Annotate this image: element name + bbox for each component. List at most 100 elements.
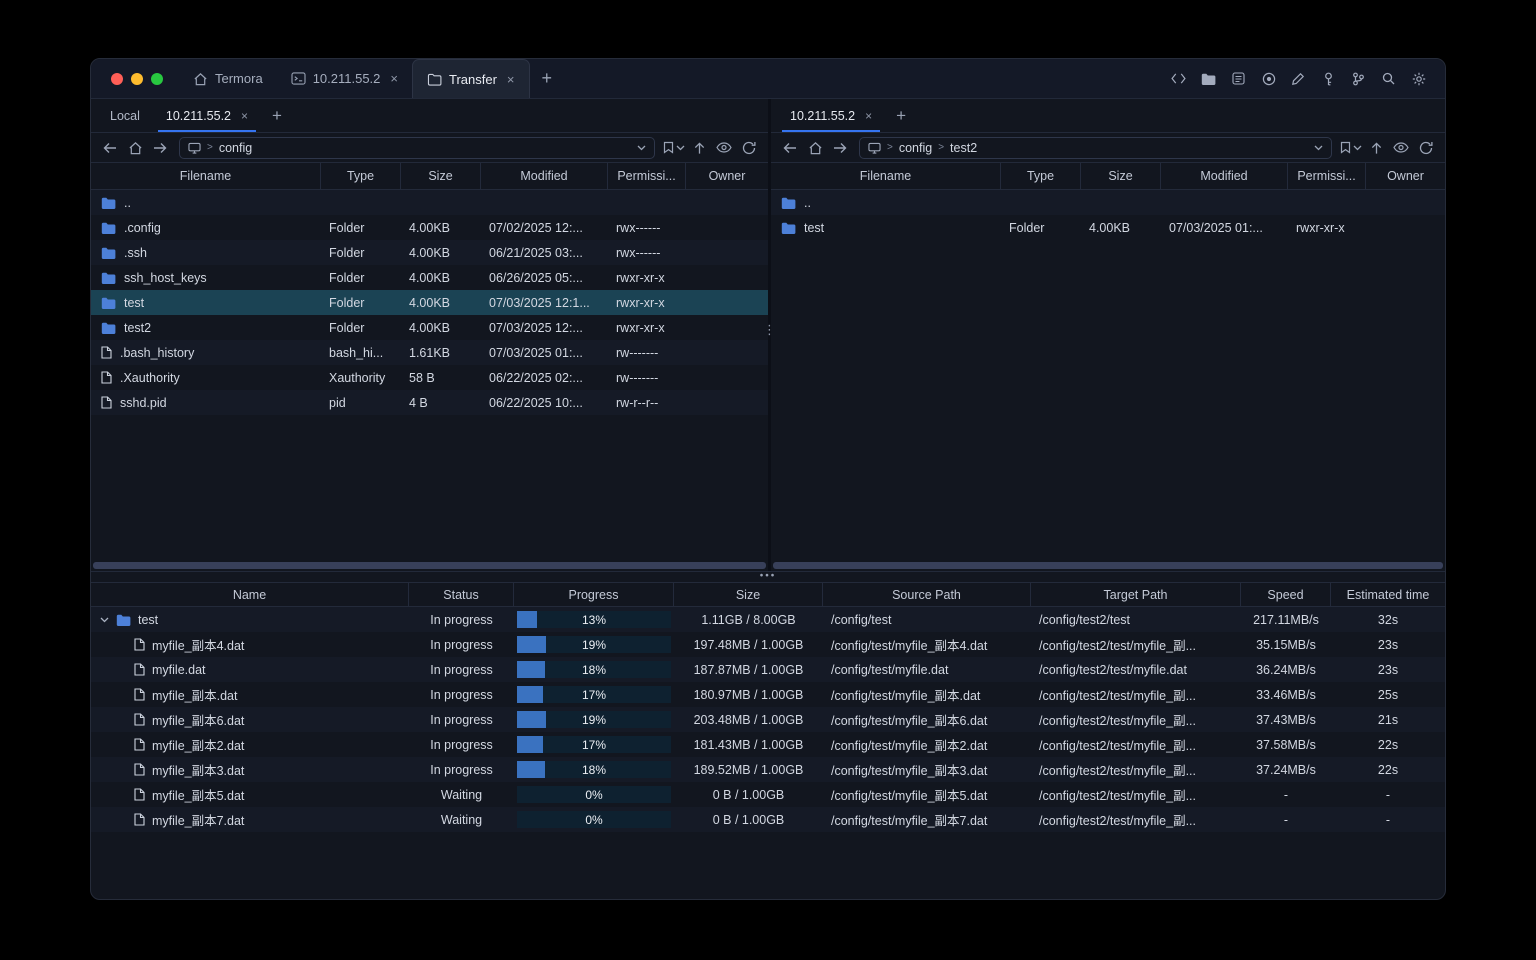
branch-icon[interactable] [1346,66,1371,91]
search-icon[interactable] [1376,66,1401,91]
show-hidden-button[interactable] [713,137,735,159]
close-tab-icon[interactable]: × [507,73,515,86]
transfer-row[interactable]: myfile_副本4.dat In progress 19% 197.48MB … [91,632,1445,657]
left-panel-tab-10-211-55-2[interactable]: 10.211.55.2 × [153,99,261,132]
titlebar-tab-transfer[interactable]: Transfer × [412,59,530,98]
column-header[interactable]: Permissi... [608,163,686,189]
file-row[interactable]: .. [91,190,768,215]
transfer-row[interactable]: myfile_副本3.dat In progress 18% 189.52MB … [91,757,1445,782]
upload-button[interactable] [688,137,710,159]
close-tab-icon[interactable]: × [865,110,872,122]
path-dropdown-icon[interactable] [1314,145,1323,151]
file-row[interactable]: test Folder 4.00KB 07/03/2025 12:1... rw… [91,290,768,315]
column-header[interactable]: Target Path [1031,583,1241,606]
upload-button[interactable] [1365,137,1387,159]
zoom-window-button[interactable] [151,72,163,85]
file-modified: 06/22/2025 10:... [489,395,583,410]
titlebar-tab-termora[interactable]: Termora [179,59,277,98]
column-header[interactable]: Modified [481,163,608,189]
column-header[interactable]: Status [409,583,514,606]
column-header[interactable]: Speed [1241,583,1331,606]
transfer-row[interactable]: myfile_副本.dat In progress 17% 180.97MB /… [91,682,1445,707]
code-icon[interactable] [1166,66,1191,91]
minimize-window-button[interactable] [131,72,143,85]
bookmark-button[interactable] [663,137,685,159]
home-button[interactable] [124,137,146,159]
titlebar-tab-10-211-55-2[interactable]: 10.211.55.2 × [277,59,412,98]
transfer-row[interactable]: myfile_副本2.dat In progress 17% 181.43MB … [91,732,1445,757]
file-row[interactable]: .Xauthority Xauthority 58 B 06/22/2025 0… [91,365,768,390]
transfer-row[interactable]: myfile_副本7.dat Waiting 0% 0 B / 1.00GB /… [91,807,1445,832]
left-panel-new-tab-button[interactable]: + [261,99,293,132]
column-header[interactable]: Size [1081,163,1161,189]
home-button[interactable] [804,137,826,159]
folder-icon[interactable] [1196,66,1221,91]
transfer-row[interactable]: test In progress 13% 1.11GB / 8.00GB /co… [91,607,1445,632]
forward-button[interactable] [149,137,171,159]
settings-icon[interactable] [1406,66,1431,91]
file-row[interactable]: .config Folder 4.00KB 07/02/2025 12:... … [91,215,768,240]
path-segment[interactable]: config [219,141,252,155]
right-panel-tab-10-211-55-2[interactable]: 10.211.55.2 × [777,99,885,132]
horizontal-splitter[interactable] [91,572,1445,583]
file-row[interactable]: ssh_host_keys Folder 4.00KB 06/26/2025 0… [91,265,768,290]
column-header[interactable]: Permissi... [1288,163,1366,189]
column-header[interactable]: Owner [1366,163,1445,189]
close-window-button[interactable] [111,72,123,85]
column-header[interactable]: Name [91,583,409,606]
file-row[interactable]: test Folder 4.00KB 07/03/2025 01:... rwx… [771,215,1445,240]
forward-button[interactable] [829,137,851,159]
transfer-target-path: /config/test2/test/myfile_副... [1039,714,1197,728]
path-segment[interactable]: config [899,141,932,155]
file-row[interactable]: .ssh Folder 4.00KB 06/21/2025 03:... rwx… [91,240,768,265]
column-header[interactable]: Size [674,583,823,606]
edit-icon[interactable] [1286,66,1311,91]
column-header[interactable]: Owner [686,163,768,189]
close-tab-icon[interactable]: × [390,72,398,85]
column-header[interactable]: Source Path [823,583,1031,606]
bookmark-button[interactable] [1340,137,1362,159]
file-permissions: rw------- [616,370,659,385]
transfer-row[interactable]: myfile_副本6.dat In progress 19% 203.48MB … [91,707,1445,732]
transfer-name: myfile_副本3.dat [152,764,245,778]
transfer-speed: 33.46MB/s [1256,687,1316,702]
collapse-icon[interactable] [100,617,109,623]
file-row[interactable]: test2 Folder 4.00KB 07/03/2025 12:... rw… [91,315,768,340]
column-header[interactable]: Size [401,163,481,189]
record-icon[interactable] [1256,66,1281,91]
transfer-size: 197.48MB / 1.00GB [693,637,804,652]
left-panel-tab-local[interactable]: Local [97,99,153,132]
file-row[interactable]: sshd.pid pid 4 B 06/22/2025 10:... rw-r-… [91,390,768,415]
horizontal-scrollbar[interactable] [93,562,766,569]
transfer-speed: 37.43MB/s [1256,712,1316,727]
new-tab-button[interactable]: + [530,59,565,98]
column-header[interactable]: Type [321,163,401,189]
keys-icon[interactable] [1316,66,1341,91]
file-row[interactable]: .bash_history bash_hi... 1.61KB 07/03/20… [91,340,768,365]
column-header[interactable]: Type [1001,163,1081,189]
path-segment[interactable]: test2 [950,141,977,155]
progress-bar: 18% [517,661,671,678]
right-path-bar[interactable]: > config > test2 [859,136,1332,159]
file-row[interactable]: .. [771,190,1445,215]
right-panel-new-tab-button[interactable]: + [885,99,917,132]
refresh-button[interactable] [738,137,760,159]
horizontal-scrollbar[interactable] [773,562,1443,569]
transfer-row[interactable]: myfile.dat In progress 18% 187.87MB / 1.… [91,657,1445,682]
back-button[interactable] [99,137,121,159]
snippets-icon[interactable] [1226,66,1251,91]
column-header[interactable]: Filename [771,163,1001,189]
left-path-bar[interactable]: > config [179,136,655,159]
column-header[interactable]: Progress [514,583,674,606]
refresh-button[interactable] [1415,137,1437,159]
column-header[interactable]: Filename [91,163,321,189]
back-button[interactable] [779,137,801,159]
path-dropdown-icon[interactable] [637,145,646,151]
transfer-speed: - [1283,812,1289,827]
column-header[interactable]: Estimated time [1331,583,1445,606]
show-hidden-button[interactable] [1390,137,1412,159]
transfer-row[interactable]: myfile_副本5.dat Waiting 0% 0 B / 1.00GB /… [91,782,1445,807]
close-tab-icon[interactable]: × [241,110,248,122]
progress-bar: 18% [517,761,671,778]
column-header[interactable]: Modified [1161,163,1288,189]
